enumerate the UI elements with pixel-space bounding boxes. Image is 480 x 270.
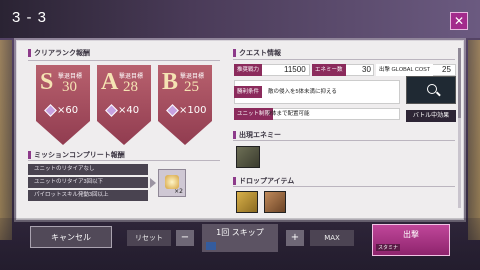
unit-limit: ユニット制限 9体まで配置可能 bbox=[234, 108, 400, 120]
drop-title-text: ドロップアイテム bbox=[239, 178, 295, 185]
close-button[interactable]: ✕ bbox=[450, 12, 468, 30]
mission-reward[interactable]: ×2 bbox=[158, 169, 186, 197]
enemy-unit-icon[interactable] bbox=[236, 146, 260, 168]
scroll-thumb[interactable] bbox=[458, 48, 461, 118]
background-right-edge bbox=[468, 40, 480, 240]
ticket-icon bbox=[206, 242, 216, 250]
search-icon bbox=[427, 84, 437, 94]
clear-rank-title: クリアランク報酬 bbox=[28, 48, 90, 58]
global-cost: 出撃 GLOBAL COST 25 bbox=[376, 64, 456, 76]
drop-title: ドロップアイテム bbox=[233, 176, 294, 186]
drop-item-icon[interactable] bbox=[236, 191, 258, 213]
section-marker bbox=[28, 151, 31, 159]
enemy-title-text: 出現エネミー bbox=[239, 132, 281, 139]
sortie-label: 出撃 bbox=[403, 230, 419, 239]
header-bar: 3 - 3 ✕ bbox=[0, 0, 480, 38]
victory-condition: 勝利条件 敵の侵入を5体未満に抑える bbox=[234, 86, 400, 98]
plus-button[interactable]: + bbox=[286, 230, 304, 246]
map-preview-button[interactable] bbox=[406, 76, 456, 104]
rank-reward: ×60 bbox=[44, 104, 78, 117]
rank-letter: S bbox=[40, 69, 54, 95]
divider bbox=[28, 60, 220, 61]
section-marker bbox=[233, 49, 236, 57]
rank-goal-value: 28 bbox=[123, 79, 138, 95]
rank-letter: A bbox=[101, 69, 119, 95]
divider bbox=[233, 140, 455, 141]
mission-item: ユニットのリタイアなし bbox=[28, 164, 148, 175]
sortie-button[interactable]: 出撃 bbox=[372, 224, 450, 256]
stage-title: 3 - 3 bbox=[12, 9, 48, 26]
quest-info-title: クエスト情報 bbox=[233, 48, 281, 58]
section-marker bbox=[233, 177, 236, 185]
rank-b-card: B 撃退目標 25 ×100 bbox=[158, 65, 212, 145]
enemy-title: 出現エネミー bbox=[233, 130, 281, 140]
rank-reward: ×100 bbox=[166, 104, 206, 117]
divider bbox=[28, 160, 220, 161]
mission-title: ミッションコンプリート報酬 bbox=[28, 150, 125, 160]
close-icon: ✕ bbox=[453, 14, 465, 28]
gem-icon bbox=[105, 104, 118, 117]
mission-item: パイロットスキル発動3回以上 bbox=[28, 190, 148, 201]
rank-reward: ×40 bbox=[105, 104, 139, 117]
divider bbox=[233, 59, 455, 60]
mission-item: ユニットのリタイア3回以下 bbox=[28, 177, 148, 188]
arrow-icon bbox=[150, 178, 156, 188]
drop-item-icon[interactable] bbox=[264, 191, 286, 213]
enemy-count: エネミー数 30 bbox=[312, 64, 374, 76]
mission-title-text: ミッションコンプリート報酬 bbox=[34, 152, 125, 159]
cancel-button[interactable]: キャンセル bbox=[30, 226, 112, 248]
reset-button[interactable]: リセット bbox=[127, 230, 171, 246]
recommended-power: 推奨戦力 11500 bbox=[234, 64, 310, 76]
rank-goal-value: 25 bbox=[184, 79, 199, 95]
rank-a-card: A 撃退目標 28 ×40 bbox=[97, 65, 151, 145]
section-marker bbox=[233, 131, 236, 139]
battle-effect-button[interactable]: バトル中効果 bbox=[406, 110, 456, 122]
minus-button[interactable]: − bbox=[176, 230, 194, 246]
stamina-label: スタミナ bbox=[376, 244, 401, 251]
background-left-edge bbox=[0, 40, 12, 240]
max-button[interactable]: MAX bbox=[310, 230, 354, 246]
section-marker bbox=[28, 49, 31, 57]
gem-icon bbox=[44, 104, 57, 117]
rank-goal-value: 30 bbox=[62, 79, 77, 95]
reward-count: ×2 bbox=[174, 188, 183, 195]
scrollbar[interactable] bbox=[458, 48, 461, 208]
quest-info-title-text: クエスト情報 bbox=[239, 50, 281, 57]
rank-s-card: S 撃退目標 30 ×60 bbox=[36, 65, 90, 145]
divider bbox=[233, 186, 455, 187]
rank-letter: B bbox=[162, 69, 179, 95]
clear-rank-title-text: クリアランク報酬 bbox=[34, 50, 90, 57]
item-icon bbox=[165, 175, 179, 189]
gem-icon bbox=[166, 104, 179, 117]
